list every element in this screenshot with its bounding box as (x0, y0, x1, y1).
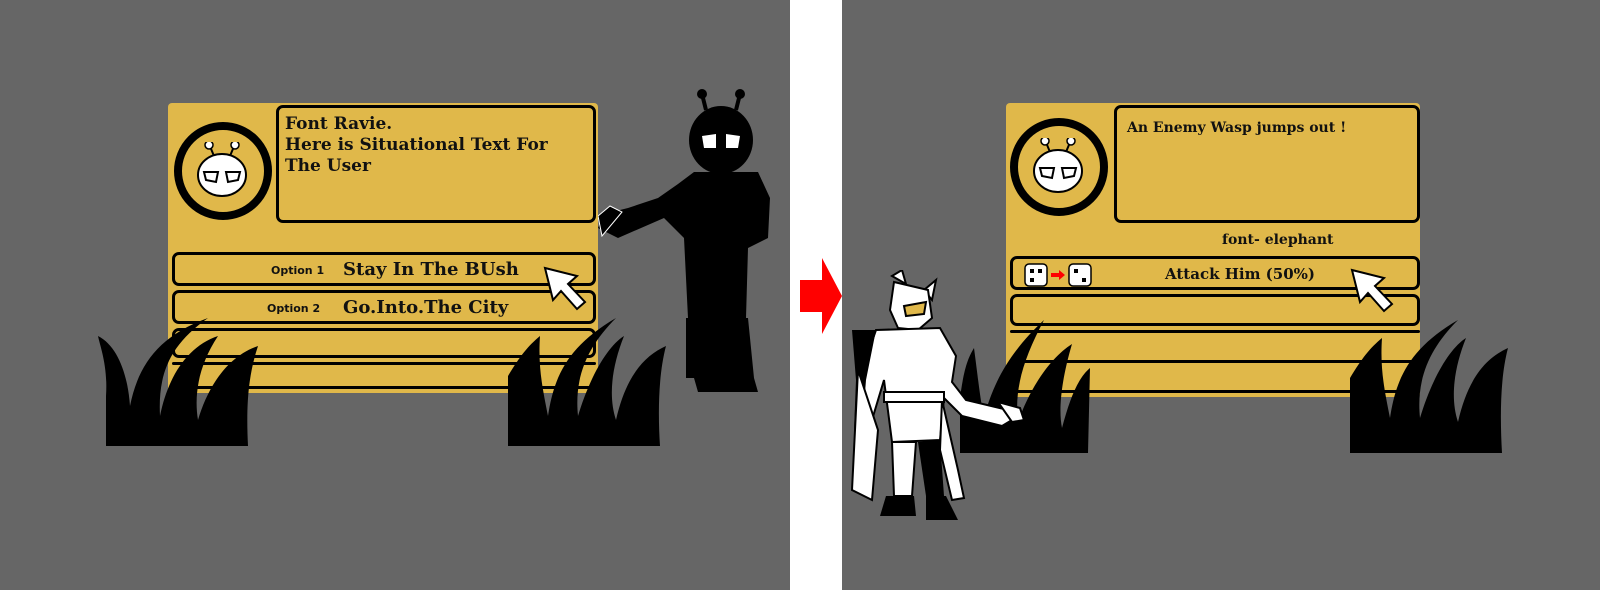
bug-portrait-icon (1033, 138, 1083, 193)
font-note-label: font- elephant (1222, 232, 1334, 248)
attack-option-label: Attack Him (50%) (1165, 265, 1315, 283)
option-1-label: Stay In The BUsh (343, 259, 519, 280)
option-1-button[interactable]: Option 1 Stay In The BUsh (172, 252, 596, 286)
character-portrait (174, 122, 272, 220)
soldier-character (598, 89, 770, 392)
option-2-label: Go.Into.The City (343, 297, 509, 318)
option-1-number: Option 1 (271, 264, 325, 277)
situational-text-line2: Here is Situational Text For The User (285, 135, 548, 176)
cursor-arrow-icon (543, 266, 587, 311)
left-scene-panel: Font Ravie. Here is Situational Text For… (0, 0, 790, 590)
grass-bush-icon (1350, 320, 1508, 453)
bug-portrait-icon (197, 142, 247, 197)
situational-text-line1: Font Ravie. (285, 114, 393, 134)
grass-bush-icon (98, 318, 258, 446)
dice-icon (1024, 263, 1092, 287)
character-portrait (1010, 118, 1108, 216)
wasp-character (850, 270, 1026, 520)
situational-text-box: Font Ravie. Here is Situational Text For… (276, 105, 596, 223)
situational-text: An Enemy Wasp jumps out ! (1127, 120, 1347, 136)
situational-text-box: An Enemy Wasp jumps out ! (1114, 105, 1420, 223)
option-2-number: Option 2 (267, 302, 321, 315)
right-scene-panel: An Enemy Wasp jumps out ! font- elephant… (842, 0, 1600, 590)
cursor-arrow-icon (1350, 268, 1394, 313)
red-arrow-icon (800, 258, 842, 334)
